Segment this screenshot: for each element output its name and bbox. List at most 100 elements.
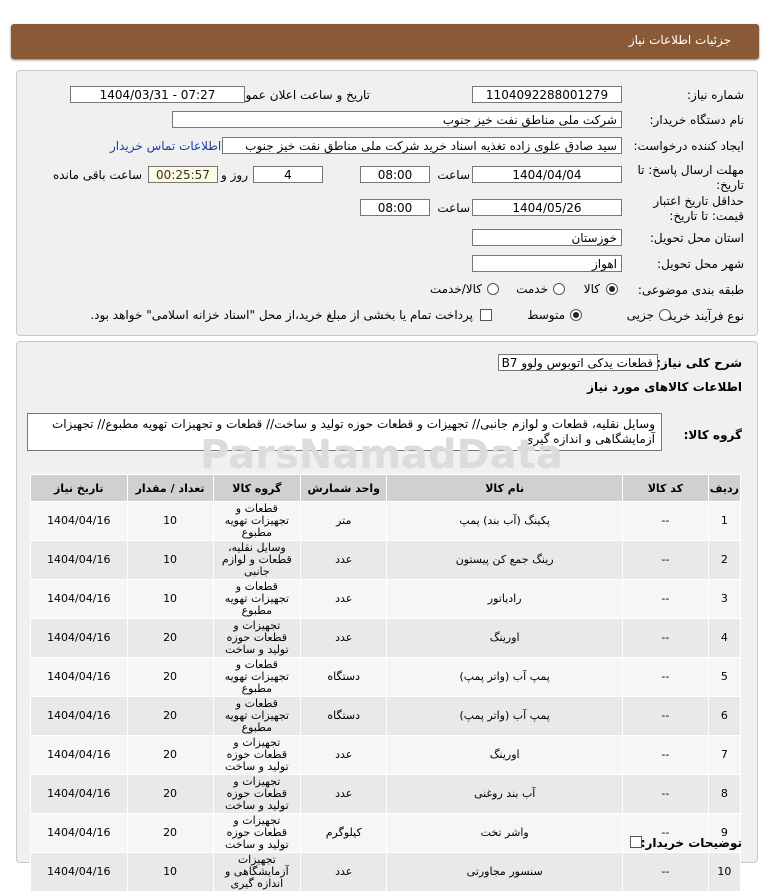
cell-row: 8 [707, 774, 742, 814]
deadline-label: مهلت ارسال پاسخ: تا [637, 163, 744, 177]
cell-unit: عدد [300, 540, 388, 580]
cell-row: 2 [707, 540, 742, 580]
cell-unit: عدد [300, 852, 388, 892]
goods-table-body: 1 -- پکینگ (آب بند) پمپ متر قطعات و تجهیزات … [30, 501, 742, 892]
table-row[interactable]: 5 -- پمپ آب (واتر پمپ) دستگاه قطعات و تجهیزا… [30, 657, 742, 697]
cell-date: 1404/04/16 [30, 540, 128, 580]
city-field[interactable]: اهواز [472, 255, 622, 272]
buyer-notes-label: توضیحات خریدار: [640, 836, 742, 850]
creator-field[interactable]: سید صادق علوی زاده تغذیه اسناد خرید شرکت… [222, 137, 622, 154]
page-header: جزئیات اطلاعات نیاز [11, 24, 759, 59]
cell-unit: متر [300, 501, 388, 541]
cell-unit: عدد [300, 735, 388, 775]
cell-group: وسایل نقلیه، قطعات و لوازم جانبی [212, 540, 302, 580]
cell-group: قطعات و تجهیزات تهویه مطبوع [212, 501, 302, 541]
cell-unit: عدد [300, 618, 388, 658]
deadline-date-field[interactable]: 1404/04/04 [472, 166, 622, 183]
table-row[interactable]: 1 -- پکینگ (آب بند) پمپ متر قطعات و تجهیزات … [30, 501, 742, 541]
category-radio-goods[interactable] [606, 283, 618, 295]
category-radio-service[interactable] [553, 283, 565, 295]
process-radio-medium[interactable] [570, 309, 582, 321]
cell-group: قطعات و تجهیزات تهویه مطبوع [212, 657, 302, 697]
cell-group: قطعات و تجهیزات تهویه مطبوع [212, 579, 302, 619]
cell-qty: 20 [126, 657, 214, 697]
col-group-header: گروه کالا [212, 474, 302, 502]
cell-date: 1404/04/16 [30, 696, 128, 736]
announce-datetime-field[interactable]: 1404/03/31 - 07:27 [70, 86, 245, 103]
cell-qty: 10 [126, 852, 214, 892]
goods-group-field: وسایل نقلیه، قطعات و لوازم جانبی// تجهیز… [27, 413, 662, 451]
table-row[interactable]: 2 -- رینگ جمع کن پیستون عدد وسایل نقلیه، قطع… [30, 540, 742, 580]
remaining-time-field: 00:25:57 [148, 166, 218, 183]
cell-name: پمپ آب (واتر پمپ) [386, 657, 623, 697]
days-remaining-field: 4 [253, 166, 323, 183]
cell-code: -- [621, 579, 709, 619]
cell-date: 1404/04/16 [30, 735, 128, 775]
process-option-minor: جزیی [626, 308, 654, 322]
cell-row: 6 [707, 696, 742, 736]
cell-group: تجهیزات و قطعات حوزه تولید و ساخت [212, 813, 302, 853]
cell-code: -- [621, 501, 709, 541]
cell-row: 5 [707, 657, 742, 697]
cell-code: -- [621, 618, 709, 658]
need-number-field[interactable]: 1104092288001279 [472, 86, 622, 103]
table-row[interactable]: 4 -- اورینگ عدد تجهیزات و قطعات حوزه تولید و… [30, 618, 742, 658]
goods-group-label: گروه کالا: [683, 428, 742, 442]
goods-table-header: ردیف کد کالا نام کالا واحد شمارش گروه کا… [30, 474, 742, 502]
cell-row: 7 [707, 735, 742, 775]
deadline-label-date: تاریخ: [716, 178, 744, 192]
validity-label-date: قیمت: تا تاریخ: [669, 209, 744, 223]
cell-group: قطعات و تجهیزات تهویه مطبوع [212, 696, 302, 736]
treasury-payment-checkbox[interactable] [480, 309, 492, 321]
cell-qty: 20 [126, 735, 214, 775]
cell-code: -- [621, 696, 709, 736]
cell-row: 10 [707, 852, 742, 892]
cell-name: پمپ آب (واتر پمپ) [386, 696, 623, 736]
validity-date-field[interactable]: 1404/05/26 [472, 199, 622, 216]
cell-name: رینگ جمع کن پیستون [386, 540, 623, 580]
process-type-label: نوع فرآیند خرید : [659, 309, 744, 323]
category-option-goods: کالا [583, 282, 600, 296]
province-label: استان محل تحویل: [649, 231, 744, 245]
cell-code: -- [621, 852, 709, 892]
cell-name: آب بند روغنی [386, 774, 623, 814]
cell-group: تجهیزات آزمایشگاهی و اندازه گیری [212, 852, 302, 892]
city-label: شهر محل تحویل: [657, 257, 744, 271]
buyer-contact-link[interactable]: اطلاعات تماس خریدار [110, 139, 221, 153]
buyer-org-field[interactable]: شرکت ملی مناطق نفت خیز جنوب [172, 111, 622, 128]
need-summary-field[interactable]: قطعات یدکی اتوبوس ولوو B7 [498, 354, 658, 371]
cell-unit: عدد [300, 579, 388, 619]
validity-time-field[interactable]: 08:00 [360, 199, 430, 216]
table-row[interactable]: 3 -- رادیاتور عدد قطعات و تجهیزات تهویه مطبو… [30, 579, 742, 619]
goods-info-heading: اطلاعات کالاهای مورد نیاز [587, 380, 742, 394]
cell-group: تجهیزات و قطعات حوزه تولید و ساخت [212, 618, 302, 658]
cell-qty: 10 [126, 501, 214, 541]
process-radio-minor[interactable] [659, 309, 671, 321]
table-row[interactable]: 8 -- آب بند روغنی عدد تجهیزات و قطعات حوزه ت… [30, 774, 742, 814]
cell-qty: 20 [126, 696, 214, 736]
goods-group-text: وسایل نقلیه، قطعات و لوازم جانبی// تجهیز… [51, 417, 655, 446]
cell-date: 1404/04/16 [30, 657, 128, 697]
province-field[interactable]: خوزستان [472, 229, 622, 246]
cell-code: -- [621, 657, 709, 697]
category-radio-goods-service[interactable] [487, 283, 499, 295]
process-option-medium: متوسط [527, 308, 565, 322]
cell-code: -- [621, 540, 709, 580]
need-summary-label: شرح کلی نیاز: [656, 356, 742, 370]
table-row[interactable]: 10 -- سنسور مجاورتی عدد تجهیزات آزمایشگاهی و… [30, 852, 742, 892]
col-qty-header: تعداد / مقدار [126, 474, 214, 502]
cell-qty: 10 [126, 579, 214, 619]
col-code-header: کد کالا [621, 474, 709, 502]
deadline-time-field[interactable]: 08:00 [360, 166, 430, 183]
cell-unit: عدد [300, 774, 388, 814]
col-row-header: ردیف [707, 474, 742, 502]
buyer-org-label: نام دستگاه خریدار: [649, 113, 745, 127]
table-row[interactable]: 6 -- پمپ آب (واتر پمپ) دستگاه قطعات و تجهیزا… [30, 696, 742, 736]
table-row[interactable]: 7 -- اورینگ عدد تجهیزات و قطعات حوزه تولید و… [30, 735, 742, 775]
cell-date: 1404/04/16 [30, 774, 128, 814]
cell-qty: 20 [126, 618, 214, 658]
cell-code: -- [621, 735, 709, 775]
cell-date: 1404/04/16 [30, 852, 128, 892]
category-label: طبقه بندی موضوعی: [637, 283, 744, 297]
creator-label: ایجاد کننده درخواست: [633, 139, 744, 153]
